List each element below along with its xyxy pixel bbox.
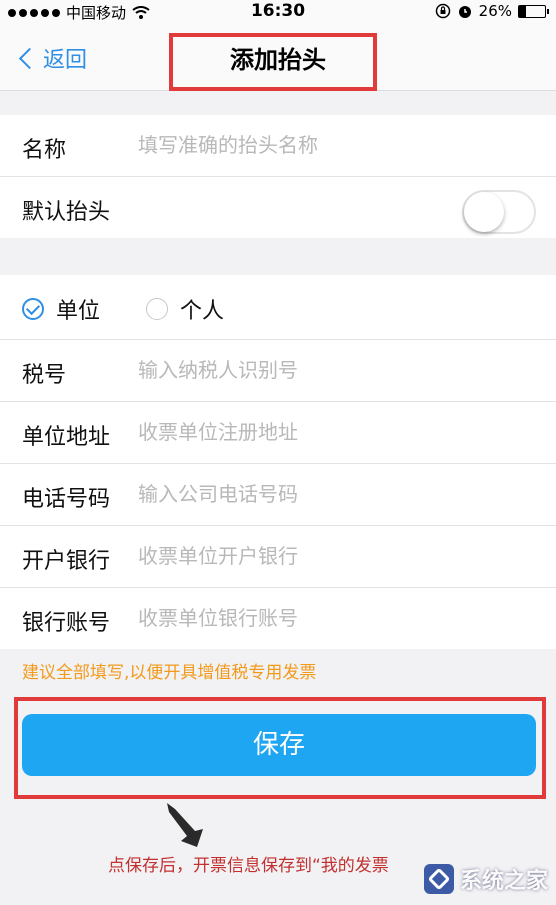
address-input[interactable] (138, 420, 528, 444)
phone-label: 电话号码 (22, 487, 111, 512)
phone-row: 电话号码 (0, 464, 556, 526)
account-input[interactable] (138, 606, 528, 630)
alarm-icon (458, 6, 471, 18)
account-label: 银行账号 (22, 611, 111, 636)
radio-checked-icon (22, 298, 44, 320)
bank-label: 开户银行 (22, 549, 111, 574)
battery-icon (518, 4, 549, 18)
address-label: 单位地址 (22, 425, 111, 450)
default-title-row: 默认抬头 (0, 177, 556, 238)
bank-input[interactable] (138, 544, 528, 568)
watermark-text: 系统之家 (459, 869, 548, 894)
radio-company[interactable]: 单位 (22, 293, 100, 325)
status-right: 26% (435, 2, 549, 20)
status-bar: 中国移动 16:30 26% (0, 0, 556, 22)
battery-percent: 26% (478, 2, 512, 20)
battery-level (519, 5, 526, 17)
name-input[interactable] (138, 133, 528, 157)
radio-personal-label: 个人 (180, 299, 225, 324)
tax-id-input[interactable] (138, 358, 528, 382)
title-section: 名称 默认抬头 (0, 115, 556, 238)
radio-unchecked-icon (146, 298, 168, 320)
address-row: 单位地址 (0, 402, 556, 464)
invoice-info-section: 单位 个人 税号 单位地址 电话号码 开户银行 银行账号 (0, 275, 556, 649)
default-title-toggle[interactable] (462, 190, 536, 234)
title-highlight-box (169, 33, 377, 91)
tax-id-row: 税号 (0, 340, 556, 402)
tax-id-label: 税号 (22, 363, 67, 388)
watermark-logo-icon (423, 864, 454, 894)
save-button[interactable]: 保存 (22, 714, 536, 776)
title-type-row: 单位 个人 (0, 275, 556, 340)
phone-input[interactable] (138, 482, 528, 506)
account-row: 银行账号 (0, 588, 556, 649)
radio-personal[interactable]: 个人 (146, 293, 224, 325)
tip-text: 建议全部填写,以便开具增值税专用发票 (22, 663, 317, 683)
annotation-text: 点保存后，开票信息保存到“我的发票 (108, 856, 389, 876)
annotation-arrow-icon (167, 803, 203, 847)
name-label: 名称 (22, 138, 67, 163)
toggle-knob (464, 192, 504, 232)
default-title-label: 默认抬头 (22, 200, 111, 225)
radio-company-label: 单位 (56, 299, 101, 324)
watermark: 系统之家 (423, 863, 548, 895)
orientation-lock-icon (435, 3, 450, 19)
name-row: 名称 (0, 115, 556, 177)
bank-row: 开户银行 (0, 526, 556, 588)
